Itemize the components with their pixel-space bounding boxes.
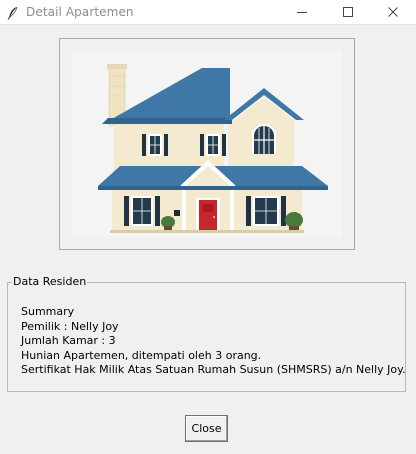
summary-text: Summary Pemilik : Nelly Joy Jumlah Kamar…: [21, 305, 406, 378]
house-image: [72, 50, 342, 238]
window-close-button[interactable]: [370, 0, 416, 24]
owner-line: Pemilik : Nelly Joy: [21, 319, 119, 333]
minimize-button[interactable]: [279, 0, 325, 24]
close-button[interactable]: Close: [185, 415, 228, 442]
occupancy-line: Hunian Apartemen, ditempati oleh 3 orang…: [21, 348, 262, 362]
group-label: Data Residen: [12, 275, 88, 288]
minimize-icon: [297, 12, 307, 13]
summary-heading: Summary: [21, 305, 75, 318]
window-title: Detail Apartemen: [26, 5, 134, 19]
feather-icon: [7, 5, 19, 20]
house-illustration: [98, 64, 328, 233]
title-bar: Detail Apartemen: [0, 0, 416, 25]
maximize-icon: [343, 7, 353, 17]
close-icon: [388, 7, 398, 17]
data-residen-group: Data Residen Summary Pemilik : Nelly Joy…: [7, 275, 406, 392]
room-count-line: Jumlah Kamar : 3: [21, 334, 116, 347]
certificate-line: Sertifikat Hak Milik Atas Satuan Rumah S…: [21, 363, 406, 376]
image-frame: [59, 38, 355, 250]
maximize-button[interactable]: [325, 0, 371, 24]
